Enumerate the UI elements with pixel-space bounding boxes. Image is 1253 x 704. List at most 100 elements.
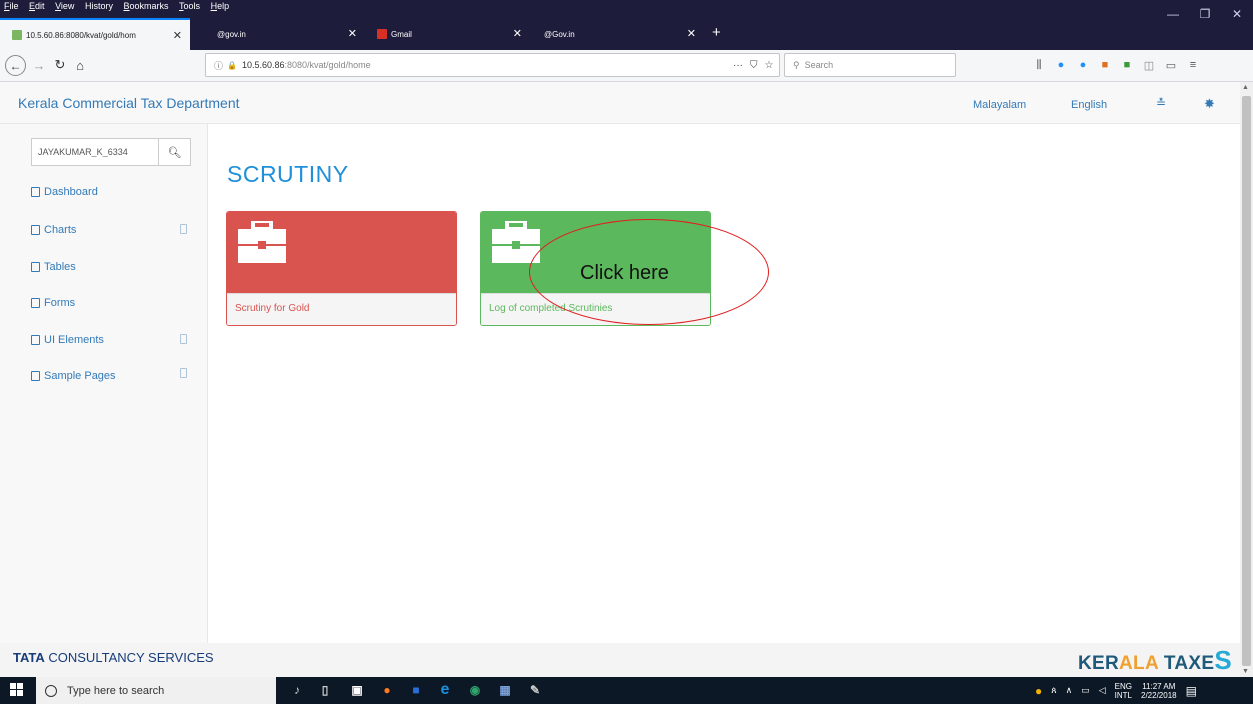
edge-icon[interactable]: e [436,681,454,699]
gmail-icon [377,29,387,39]
help-icon[interactable]: ● [1035,684,1042,698]
store-icon[interactable]: ▣ [348,681,366,699]
info-icon[interactable]: ⓘ [214,59,223,72]
screenshot-icon[interactable]: ◫ [1142,59,1156,72]
insecure-lock-icon[interactable]: 🔒 [227,61,237,70]
file-explorer-icon[interactable]: ■ [407,681,425,699]
toolbar-icons: ⫼ ● ● ■ ■ ◫ ▭ ≡ [1032,53,1200,77]
expand-arrow-icon[interactable] [180,224,187,234]
minimize-icon[interactable]: — [1157,7,1189,21]
menu-file[interactable]: File [0,0,23,11]
tab-gov[interactable]: @gov.in ✕ [205,18,365,50]
sidebar-item-dashboard[interactable]: Dashboard [31,186,98,198]
tab-label: @gov.in [217,29,246,39]
menu-edit[interactable]: Edit [25,0,49,11]
tab-close-icon[interactable]: ✕ [173,29,182,42]
briefcase-icon [238,221,286,263]
sidebar-item-label: Tables [44,261,76,273]
expand-arrow-icon[interactable] [180,368,187,378]
tab-close-icon[interactable]: ✕ [513,27,522,40]
forward-button[interactable]: → [29,55,49,75]
sidebar-item-sample-pages[interactable]: Sample Pages [31,370,116,382]
tab-label: @Gov.in [544,29,575,39]
sidebar-item-charts[interactable]: Charts [31,224,76,236]
system-tray: ● ጰ ∧ ▭ ◁ ENG INTL 11:27 AM 2/22/2018 ▤ [1035,677,1197,704]
annotation-text: Click here [580,262,669,284]
url-host: 10.5.60.86 [241,60,285,70]
sidebar-item-label: Sample Pages [44,370,116,382]
windows-start-icon[interactable] [10,683,24,697]
maximize-icon[interactable]: ❐ [1189,7,1221,21]
language-malayalam-link[interactable]: Malayalam [973,99,1026,111]
new-tab-button[interactable]: + [712,24,721,41]
settings-gear-icon[interactable]: ✸ [1204,96,1215,112]
tab-kvat[interactable]: 10.5.60.86:8080/kvat/gold/hom ✕ [0,18,190,50]
library-icon[interactable]: ⫼ [1032,59,1046,72]
sidebar-item-label: UI Elements [44,334,104,346]
sidebar-search: 🔍︎ [31,138,191,166]
search-bar[interactable]: ⚲ Search [784,53,956,77]
taskbar-search[interactable]: Type here to search [36,677,276,704]
tab-gmail[interactable]: Gmail ✕ [365,18,530,50]
menu-history[interactable]: History [81,0,117,11]
search-placeholder: Search [804,60,834,70]
scroll-up-icon[interactable]: ▲ [1242,84,1249,91]
page-actions-icon[interactable]: ··· [733,60,743,71]
clock[interactable]: 11:27 AM 2/22/2018 [1141,682,1177,700]
chrome-icon[interactable]: ◉ [466,681,484,699]
tcs-logo: TATA CONSULTANCY SERVICES [13,650,214,665]
sidebar-toggle-icon[interactable]: ▭ [1164,59,1178,72]
tab-gov-2[interactable]: @Gov.in ✕ [532,18,704,50]
sidebar-item-forms[interactable]: Forms [31,297,75,309]
extension-blue-icon[interactable]: ● [1054,59,1068,71]
tables-icon [31,262,40,272]
close-window-icon[interactable]: ✕ [1221,7,1253,21]
back-button[interactable]: ← [5,55,26,76]
tab-close-icon[interactable]: ✕ [348,27,357,40]
menu-view[interactable]: View [51,0,78,11]
download-icon[interactable]: ≛ [1156,96,1166,110]
people-icon[interactable]: ጰ [1051,685,1056,696]
scrutiny-for-gold-panel[interactable]: Scrutiny for Gold [226,211,457,326]
input-language[interactable]: ENG INTL [1115,682,1132,700]
paint-icon[interactable]: ✎ [526,681,544,699]
language-english-link[interactable]: English [1071,99,1107,111]
tray-expand-icon[interactable]: ∧ [1066,685,1073,696]
scrollbar-thumb[interactable] [1242,96,1251,666]
home-button[interactable]: ⌂ [70,55,90,75]
page-favicon-icon [12,30,22,40]
tab-label: Gmail [391,29,412,39]
sample-pages-icon [31,371,40,381]
extension-green-icon[interactable]: ■ [1120,59,1134,71]
url-bar[interactable]: ⓘ 🔒 10.5.60.86:8080/kvat/gold/home [205,53,780,77]
menu-bookmarks[interactable]: Bookmarks [119,0,172,11]
expand-arrow-icon[interactable] [180,334,187,344]
scroll-down-icon[interactable]: ▼ [1242,668,1249,675]
hamburger-menu-icon[interactable]: ≡ [1186,59,1200,71]
microphone-icon[interactable]: ♪ [288,681,306,699]
sidebar-item-ui-elements[interactable]: UI Elements [31,334,104,346]
network-icon[interactable]: ▭ [1081,685,1090,696]
search-button[interactable]: 🔍︎ [159,138,191,166]
dashboard-icon [31,187,40,197]
menu-help[interactable]: Help [207,0,234,11]
firefox-icon[interactable]: ● [378,681,396,699]
bookmark-star-icon[interactable]: ☆ [765,60,774,71]
sidebar-item-tables[interactable]: Tables [31,261,76,273]
notification-icon[interactable]: ▤ [1186,684,1197,698]
tab-close-icon[interactable]: ✕ [687,27,696,40]
page-title: SCRUTINY [227,161,349,187]
url-path: :8080/kvat/gold/home [284,60,371,70]
pocket-icon[interactable]: ⛉ [750,60,758,71]
app-icon[interactable]: ▦ [496,681,514,699]
task-view-icon[interactable]: ▯ [316,681,334,699]
extension-orange-icon[interactable]: ■ [1098,59,1112,71]
user-search-input[interactable] [31,138,159,166]
reload-button[interactable]: ↻ [50,55,70,75]
volume-icon[interactable]: ◁ [1099,685,1106,696]
extension-blue-2-icon[interactable]: ● [1076,59,1090,71]
brand-title[interactable]: Kerala Commercial Tax Department [18,95,240,111]
menu-tools[interactable]: Tools [175,0,204,11]
panel-label: Scrutiny for Gold [227,293,456,325]
sidebar-item-label: Dashboard [44,186,98,198]
